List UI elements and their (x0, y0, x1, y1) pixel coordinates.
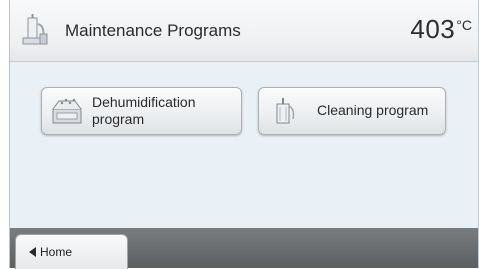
temperature-unit: °C (456, 17, 472, 33)
dehumidification-icon (52, 98, 82, 124)
back-arrow-icon (29, 247, 36, 257)
maintenance-screen: Maintenance Programs 403°C Dehumidificat… (9, 0, 479, 269)
cleaning-program-button[interactable]: Cleaning program (258, 87, 446, 135)
page-title: Maintenance Programs (65, 21, 241, 40)
dehumidification-program-button[interactable]: Dehumidification program (41, 87, 242, 135)
home-label: Home (40, 245, 73, 259)
cleaning-label: Cleaning program (317, 102, 429, 118)
home-button[interactable]: Home (15, 234, 128, 269)
temperature-readout: 403°C (410, 14, 472, 45)
header-bar: Maintenance Programs 403°C (10, 0, 479, 62)
footer-bar: Home (10, 228, 479, 269)
program-area: Dehumidification program Cleaning progra… (10, 62, 479, 228)
cleaning-icon (276, 98, 295, 124)
maintenance-icon (22, 14, 48, 45)
dehumidification-label: Dehumidification program (92, 94, 196, 127)
temperature-value: 403 (410, 14, 456, 44)
